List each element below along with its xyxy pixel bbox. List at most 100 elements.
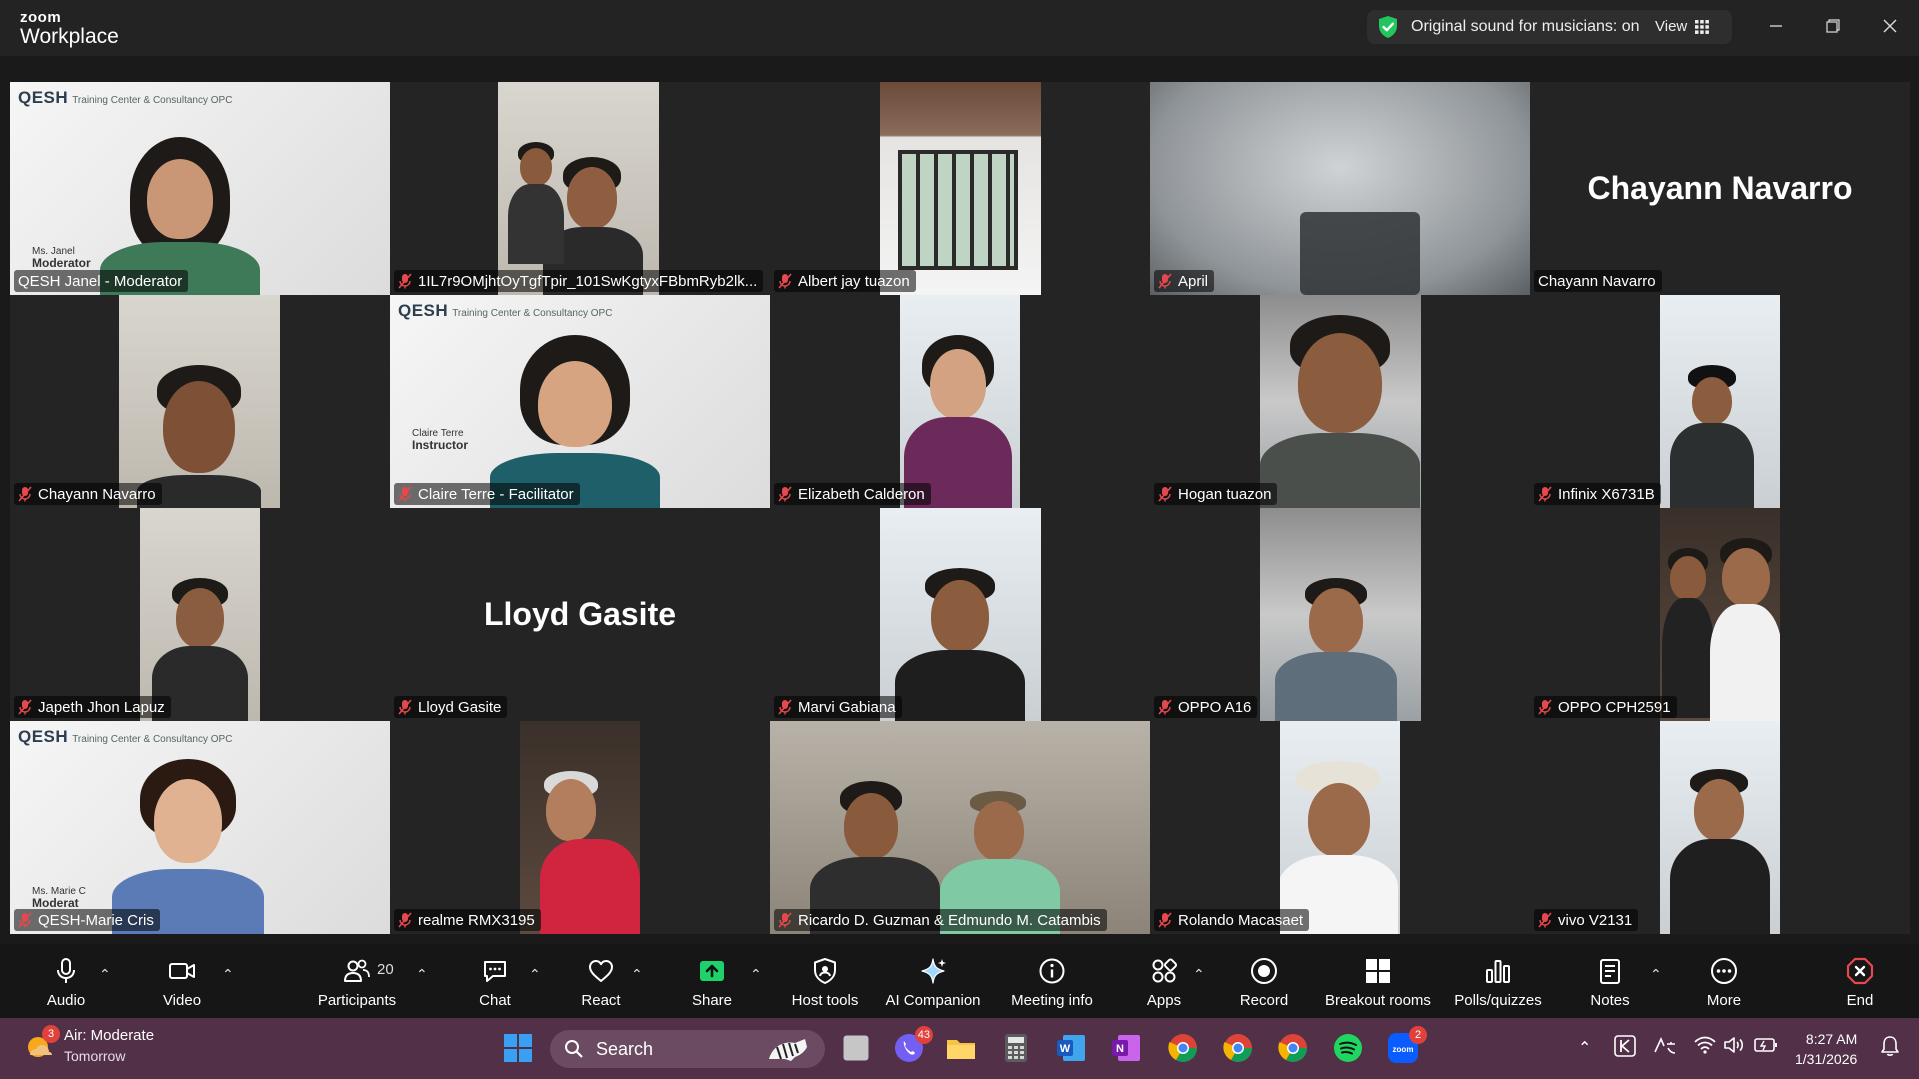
video-tile[interactable]: QESH Training Center & Consultancy OPC Ms… [10, 721, 390, 934]
participants-button[interactable]: Participants [311, 944, 403, 1018]
system-clock[interactable]: 8:27 AM 1/31/2026 [1795, 1029, 1857, 1069]
video-tile[interactable]: April [1150, 82, 1530, 295]
ai-companion-button[interactable]: AI Companion [881, 944, 985, 1018]
video-tile[interactable]: Elizabeth Calderon [770, 295, 1150, 508]
participant-name-label: Elizabeth Calderon [774, 483, 931, 505]
onenote-icon[interactable]: N [1110, 1032, 1142, 1064]
video-tile[interactable]: Chayann Navarro Chayann Navarro [1530, 82, 1910, 295]
title-bar: zoom Workplace Original sound for musici… [0, 0, 1919, 56]
end-meeting-button[interactable]: End [1838, 944, 1882, 1018]
video-tile[interactable]: Ricardo D. Guzman & Edmundo M. Catambis [770, 721, 1150, 934]
mic-muted-icon [1538, 912, 1552, 928]
wifi-icon[interactable] [1694, 1036, 1716, 1059]
card-line-2: Moderator [32, 256, 91, 270]
language-icon[interactable] [1653, 1036, 1677, 1061]
participant-name: realme RMX3195 [418, 911, 535, 929]
record-button[interactable]: Record [1237, 944, 1291, 1018]
participant-name-label: Chayann Navarro [14, 483, 162, 505]
participant-name: Chayann Navarro [1538, 272, 1656, 290]
participant-name-label: QESH-Marie Cris [14, 909, 160, 931]
share-options-chevron-icon[interactable]: ⌃ [750, 966, 762, 983]
weather-widget[interactable]: 3 Air: Moderate Tomorrow [22, 1025, 155, 1066]
video-tile[interactable]: OPPO A16 [1150, 508, 1530, 721]
view-button[interactable]: View [1655, 18, 1710, 35]
spotify-icon[interactable] [1332, 1032, 1364, 1064]
apps-options-chevron-icon[interactable]: ⌃ [1193, 966, 1205, 983]
meeting-info-button[interactable]: Meeting info [1004, 944, 1100, 1018]
participant-video [520, 721, 640, 934]
breakout-rooms-button[interactable]: Breakout rooms [1322, 944, 1434, 1018]
original-sound-indicator[interactable]: Original sound for musicians: on View [1367, 10, 1732, 44]
restore-icon[interactable] [1821, 14, 1845, 38]
calculator-icon[interactable] [1000, 1032, 1032, 1064]
battery-icon[interactable] [1754, 1037, 1778, 1058]
apps-button[interactable]: Apps [1144, 944, 1184, 1018]
video-tile[interactable]: QESH Training Center & Consultancy OPC Cl… [390, 295, 770, 508]
notes-button[interactable]: Notes [1586, 944, 1634, 1018]
participant-name: Lloyd Gasite [418, 698, 502, 716]
audio-button[interactable]: Audio [40, 944, 92, 1018]
share-button[interactable]: Share [688, 944, 736, 1018]
react-button[interactable]: React [578, 944, 624, 1018]
qesh-watermark: QESH Training Center & Consultancy OPC [398, 301, 612, 321]
word-icon[interactable]: W [1055, 1032, 1087, 1064]
participant-name: April [1178, 272, 1209, 290]
volume-icon[interactable] [1723, 1036, 1745, 1059]
participants-options-chevron-icon[interactable]: ⌃ [416, 966, 428, 983]
video-tile[interactable]: Chayann Navarro [10, 295, 390, 508]
video-tile[interactable]: Hogan tuazon [1150, 295, 1530, 508]
chrome-icon[interactable] [1222, 1032, 1254, 1064]
task-view-icon[interactable] [843, 1035, 869, 1061]
participant-name: OPPO A16 [1178, 698, 1252, 716]
svg-text:W: W [1060, 1043, 1071, 1055]
zoom-app-icon[interactable]: zoom 2 [1387, 1026, 1427, 1064]
video-tile[interactable]: Japeth Jhon Lapuz [10, 508, 390, 721]
video-tile[interactable]: Rolando Macasaet [1150, 721, 1530, 934]
svg-text:N: N [1116, 1043, 1124, 1055]
weather-title: Air: Moderate [64, 1027, 155, 1044]
chrome-icon[interactable] [1277, 1032, 1309, 1064]
mic-muted-icon [1158, 273, 1172, 289]
chat-options-chevron-icon[interactable]: ⌃ [529, 966, 541, 983]
kaspersky-icon[interactable] [1614, 1035, 1636, 1062]
polls-label: Polls/quizzes [1454, 992, 1542, 1009]
chat-button[interactable]: Chat [472, 944, 518, 1018]
start-button[interactable] [502, 1032, 534, 1064]
mic-muted-icon [398, 912, 412, 928]
polls-button[interactable]: Polls/quizzes [1452, 944, 1544, 1018]
video-button[interactable]: Video [154, 944, 210, 1018]
more-button[interactable]: More [1700, 944, 1748, 1018]
close-icon[interactable] [1878, 14, 1902, 38]
video-tile[interactable]: QESH Training Center & Consultancy OPC Ms… [10, 82, 390, 295]
video-tile[interactable]: Infinix X6731B [1530, 295, 1910, 508]
host-tools-label: Host tools [791, 992, 859, 1009]
audio-options-chevron-icon[interactable]: ⌃ [99, 966, 111, 983]
minimize-icon[interactable] [1764, 14, 1788, 38]
chrome-icon[interactable] [1167, 1032, 1199, 1064]
participant-name: 1IL7r9OMjhtOyTgfTpir_101SwKgtyxFBbmRyb2l… [418, 272, 758, 290]
notification-bell-icon[interactable] [1880, 1035, 1900, 1062]
video-label: Video [162, 992, 202, 1009]
tray-chevron-up-icon[interactable]: ⌃ [1578, 1038, 1591, 1058]
host-tools-button[interactable]: Host tools [786, 944, 864, 1018]
video-tile[interactable]: Lloyd Gasite Lloyd Gasite [390, 508, 770, 721]
video-tile[interactable]: vivo V2131 [1530, 721, 1910, 934]
video-tile[interactable]: Marvi Gabiana [770, 508, 1150, 721]
video-tile[interactable]: realme RMX3195 [390, 721, 770, 934]
taskbar-search[interactable]: Search [550, 1030, 825, 1068]
viber-icon[interactable]: 43 [893, 1026, 933, 1064]
participant-name-placeholder: Chayann Navarro [1587, 170, 1853, 206]
react-options-chevron-icon[interactable]: ⌃ [631, 966, 643, 983]
sound-status-text: Original sound for musicians: on [1411, 18, 1640, 35]
record-label: Record [1239, 992, 1289, 1009]
notes-options-chevron-icon[interactable]: ⌃ [1650, 966, 1662, 983]
mic-muted-icon [778, 699, 792, 715]
participant-name: Claire Terre - Facilitator [418, 485, 574, 503]
brand-sub-text: Training Center & Consultancy OPC [452, 308, 613, 319]
video-tile[interactable]: Albert jay tuazon [770, 82, 1150, 295]
video-tile[interactable]: OPPO CPH2591 [1530, 508, 1910, 721]
mic-muted-icon [778, 273, 792, 289]
video-options-chevron-icon[interactable]: ⌃ [222, 966, 234, 983]
video-tile[interactable]: 1IL7r9OMjhtOyTgfTpir_101SwKgtyxFBbmRyb2l… [390, 82, 770, 295]
file-explorer-icon[interactable] [945, 1032, 977, 1064]
